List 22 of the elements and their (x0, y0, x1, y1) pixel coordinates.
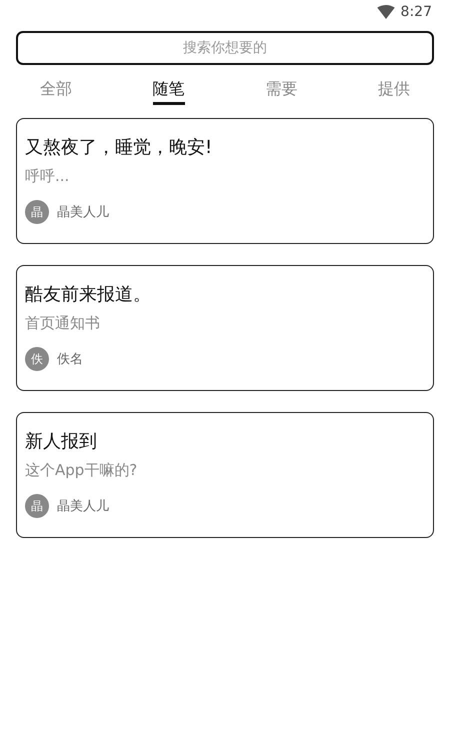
status-time: 8:27 (400, 4, 432, 20)
post-card[interactable]: 又熬夜了，睡觉，晚安! 呼呼... 晶 晶美人儿 (16, 118, 434, 244)
wifi-icon (376, 5, 395, 19)
post-title: 又熬夜了，睡觉，晚安! (25, 136, 214, 160)
author-name: 晶美人儿 (57, 498, 109, 515)
post-title: 酷友前来报道。 (25, 283, 152, 307)
author-name: 佚名 (57, 351, 83, 368)
post-excerpt: 这个App干嘛的? (25, 461, 138, 480)
tab[interactable]: 随笔 (152, 79, 185, 105)
tab[interactable]: 需要 (265, 79, 298, 105)
tab[interactable]: 提供 (378, 79, 410, 105)
author-name: 晶美人儿 (57, 204, 109, 221)
tab[interactable]: 全部 (40, 79, 72, 105)
author-avatar: 佚 (25, 347, 49, 371)
post-card[interactable]: 酷友前来报道。 首页通知书 佚 佚名 (16, 265, 434, 391)
post-title: 新人报到 (25, 430, 98, 454)
author-avatar: 晶 (25, 200, 49, 224)
post-card[interactable]: 新人报到 这个App干嘛的? 晶 晶美人儿 (16, 412, 434, 538)
search-field[interactable]: 搜索你想要的 (16, 31, 434, 65)
author-avatar: 晶 (25, 494, 49, 518)
post-excerpt: 呼呼... (25, 167, 70, 186)
post-excerpt: 首页通知书 (25, 314, 101, 333)
